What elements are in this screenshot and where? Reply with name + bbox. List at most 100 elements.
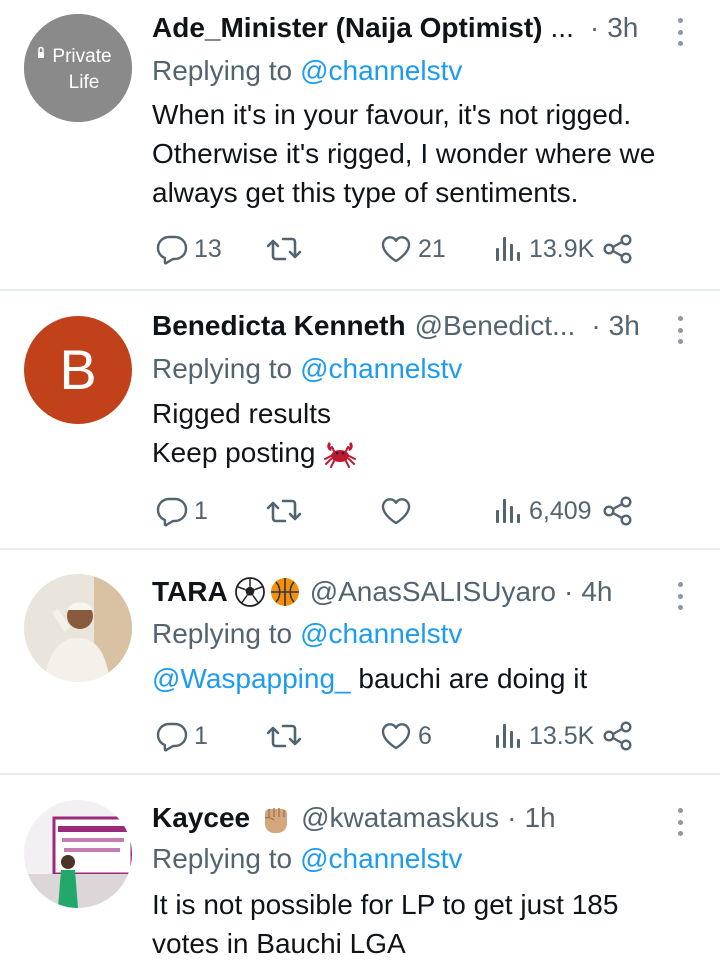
tweet-header: Kaycee @kwatamaskus · 1h bbox=[152, 798, 657, 838]
avatar[interactable] bbox=[24, 800, 132, 908]
tweet-text-line: bauchi are doing it bbox=[358, 663, 588, 694]
tweet-header: Ade_Minister (Naija Optimist) ... · 3h bbox=[152, 8, 657, 48]
tweet-text-line: votes in Bauchi LGA bbox=[152, 928, 406, 959]
tweet-text: Rigged results Keep posting bbox=[152, 394, 697, 472]
more-options-icon[interactable] bbox=[668, 582, 692, 610]
tweet-text-line: Otherwise it's rigged, I wonder where we bbox=[152, 138, 656, 169]
share-icon[interactable] bbox=[602, 495, 634, 527]
action-bar: 1 6,409 bbox=[0, 491, 720, 531]
reply-button[interactable]: 1 bbox=[156, 491, 208, 531]
separator-dot: · bbox=[591, 310, 601, 341]
crab-emoji bbox=[324, 441, 357, 468]
view-count: 6,409 bbox=[529, 496, 592, 525]
reply-count: 1 bbox=[194, 721, 208, 750]
share-icon[interactable] bbox=[602, 233, 634, 265]
tweet-text: It is not possible for LP to get just 18… bbox=[152, 885, 697, 963]
retweet-icon bbox=[266, 495, 302, 527]
reply-icon bbox=[156, 233, 188, 265]
replying-to: Replying to @channelstv bbox=[152, 350, 462, 388]
replying-prefix: Replying to bbox=[152, 843, 293, 874]
reply-button[interactable]: 1 bbox=[156, 716, 208, 756]
avatar-label-line2: Life bbox=[69, 72, 100, 93]
avatar-label-line1: Private bbox=[52, 46, 111, 67]
divider bbox=[0, 548, 720, 550]
basketball-emoji bbox=[270, 578, 299, 606]
display-name[interactable]: TARA bbox=[152, 572, 228, 612]
views-button[interactable]: 6,409 bbox=[493, 491, 592, 531]
reply-button[interactable]: 13 bbox=[156, 229, 222, 269]
views-button[interactable]: 13.5K bbox=[493, 716, 594, 756]
tweet[interactable]: Kaycee @kwatamaskus · 1h Replying to @cha… bbox=[0, 798, 720, 963]
tweet-text: @Waspapping_ bauchi are doing it bbox=[152, 659, 697, 698]
like-count: 21 bbox=[418, 234, 446, 263]
more-options-icon[interactable] bbox=[668, 316, 692, 344]
reply-icon bbox=[156, 495, 188, 527]
user-handle[interactable]: @Benedict... bbox=[415, 306, 576, 346]
retweet-button[interactable] bbox=[266, 716, 308, 756]
replying-to: Replying to @channelstv bbox=[152, 615, 462, 653]
share-icon[interactable] bbox=[602, 720, 634, 752]
tweet-text-line: It is not possible for LP to get just 18… bbox=[152, 889, 619, 920]
replying-mention-link[interactable]: @channelstv bbox=[300, 843, 462, 874]
raised-fist-emoji bbox=[264, 808, 288, 833]
action-bar: 13 21 13.9K bbox=[0, 229, 720, 269]
replying-to: Replying to @channelstv bbox=[152, 52, 462, 90]
views-icon bbox=[493, 496, 523, 526]
view-count: 13.9K bbox=[529, 234, 595, 263]
retweet-icon bbox=[266, 233, 302, 265]
more-options-icon[interactable] bbox=[668, 808, 692, 836]
replying-prefix: Replying to bbox=[152, 618, 293, 649]
like-icon bbox=[380, 234, 412, 264]
like-icon bbox=[380, 496, 412, 526]
divider bbox=[0, 289, 720, 291]
tweet-header: TARA @AnasSALISUyaro · 4h bbox=[152, 572, 657, 612]
retweet-button[interactable] bbox=[266, 491, 308, 531]
view-count: 13.5K bbox=[529, 721, 595, 750]
replying-mention-link[interactable]: @channelstv bbox=[300, 55, 462, 86]
display-name[interactable]: Ade_Minister (Naija Optimist) bbox=[152, 8, 543, 48]
tweet[interactable]: TARA @AnasSALISUyaro · 4h Replying to @ch… bbox=[0, 572, 720, 772]
avatar[interactable]: B bbox=[24, 316, 132, 424]
tweet-text-line: When it's in your favour, it's not rigge… bbox=[152, 99, 632, 130]
retweet-button[interactable] bbox=[266, 229, 308, 269]
name-truncation: ... bbox=[550, 12, 574, 43]
tweet-text: When it's in your favour, it's not rigge… bbox=[152, 95, 697, 212]
like-button[interactable]: 6 bbox=[380, 716, 432, 756]
like-count: 6 bbox=[418, 721, 432, 750]
tweet-mention-link[interactable]: @Waspapping_ bbox=[152, 663, 351, 694]
views-icon bbox=[493, 721, 523, 751]
divider bbox=[0, 773, 720, 775]
more-options-icon[interactable] bbox=[668, 18, 692, 46]
soccer-ball-emoji bbox=[234, 577, 265, 607]
reply-icon bbox=[156, 720, 188, 752]
views-icon bbox=[493, 234, 523, 264]
user-handle[interactable]: @AnasSALISUyaro bbox=[310, 572, 556, 612]
like-button[interactable] bbox=[380, 491, 418, 531]
replying-prefix: Replying to bbox=[152, 55, 293, 86]
like-button[interactable]: 21 bbox=[380, 229, 446, 269]
display-name[interactable]: Benedicta Kenneth bbox=[152, 306, 406, 346]
tweet[interactable]: Private Life Ade_Minister (Naija Optimis… bbox=[0, 8, 720, 288]
avatar-letter: B bbox=[59, 338, 97, 401]
user-handle[interactable]: @kwatamaskus bbox=[301, 798, 499, 838]
timestamp[interactable]: 1h bbox=[524, 798, 555, 838]
timestamp[interactable]: 3h bbox=[609, 306, 640, 346]
display-name[interactable]: Kaycee bbox=[152, 798, 250, 838]
replying-mention-link[interactable]: @channelstv bbox=[300, 618, 462, 649]
avatar[interactable] bbox=[24, 574, 132, 682]
reply-count: 1 bbox=[194, 496, 208, 525]
tweet[interactable]: B Benedicta Kenneth @Benedict... · 3h Re… bbox=[0, 306, 720, 546]
timestamp[interactable]: 4h bbox=[581, 572, 612, 612]
replying-to: Replying to @channelstv bbox=[152, 840, 462, 878]
replying-prefix: Replying to bbox=[152, 353, 293, 384]
timestamp[interactable]: 3h bbox=[607, 8, 638, 48]
views-button[interactable]: 13.9K bbox=[493, 229, 594, 269]
replying-mention-link[interactable]: @channelstv bbox=[300, 353, 462, 384]
tweet-text-line: Rigged results bbox=[152, 398, 331, 429]
separator-dot: · bbox=[564, 576, 574, 607]
tweet-text-line: Keep posting bbox=[152, 437, 316, 468]
retweet-icon bbox=[266, 720, 302, 752]
tweet-header: Benedicta Kenneth @Benedict... · 3h bbox=[152, 306, 657, 346]
avatar[interactable]: Private Life bbox=[24, 14, 132, 122]
separator-dot: · bbox=[589, 12, 600, 43]
